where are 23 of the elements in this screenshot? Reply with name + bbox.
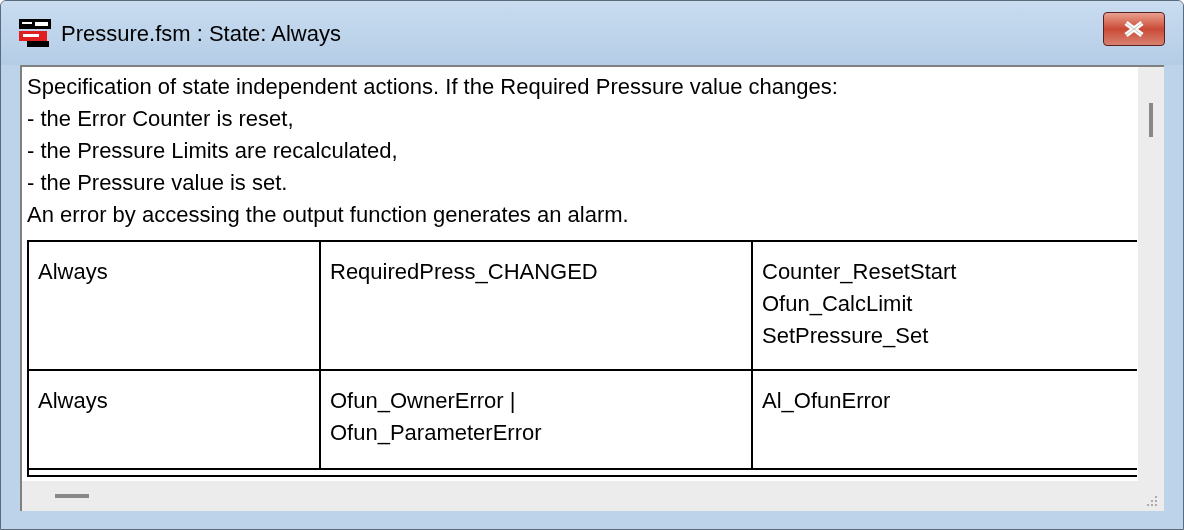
description-line: - the Error Counter is reset,: [27, 105, 295, 133]
cell-text: Ofun_ParameterError: [330, 419, 543, 447]
scroll-thumb[interactable]: [1149, 103, 1153, 137]
close-button[interactable]: [1103, 12, 1165, 46]
description-line: An error by accessing the output function generates an alarm.: [27, 201, 630, 229]
cell-text: Ofun_OwnerError |: [330, 387, 517, 415]
description-line: - the Pressure value is set.: [27, 169, 289, 197]
scroll-thumb[interactable]: [55, 494, 89, 498]
cell-text: Al_OfunError: [762, 387, 892, 415]
cell-text: Counter_ResetStart: [762, 258, 958, 286]
vertical-scrollbar[interactable]: [1138, 67, 1164, 481]
cell-text: SetPressure_Set: [762, 322, 930, 350]
cell-text: RequiredPress_CHANGED: [330, 258, 599, 286]
description-line: - the Pressure Limits are recalculated,: [27, 137, 399, 165]
cell-text: Ofun_CalcLimit: [762, 290, 914, 318]
horizontal-scrollbar[interactable]: [22, 481, 1164, 511]
close-icon: [1123, 21, 1145, 37]
cell-text: Always: [38, 387, 109, 415]
resize-grip-icon: [1146, 495, 1158, 507]
window-title: Pressure.fsm : State: Always: [61, 19, 341, 48]
cell-text: Always: [38, 258, 109, 286]
description-line: Specification of state independent actions. If the Required Pressure value changes:: [27, 73, 839, 101]
app-icon: [19, 19, 51, 47]
